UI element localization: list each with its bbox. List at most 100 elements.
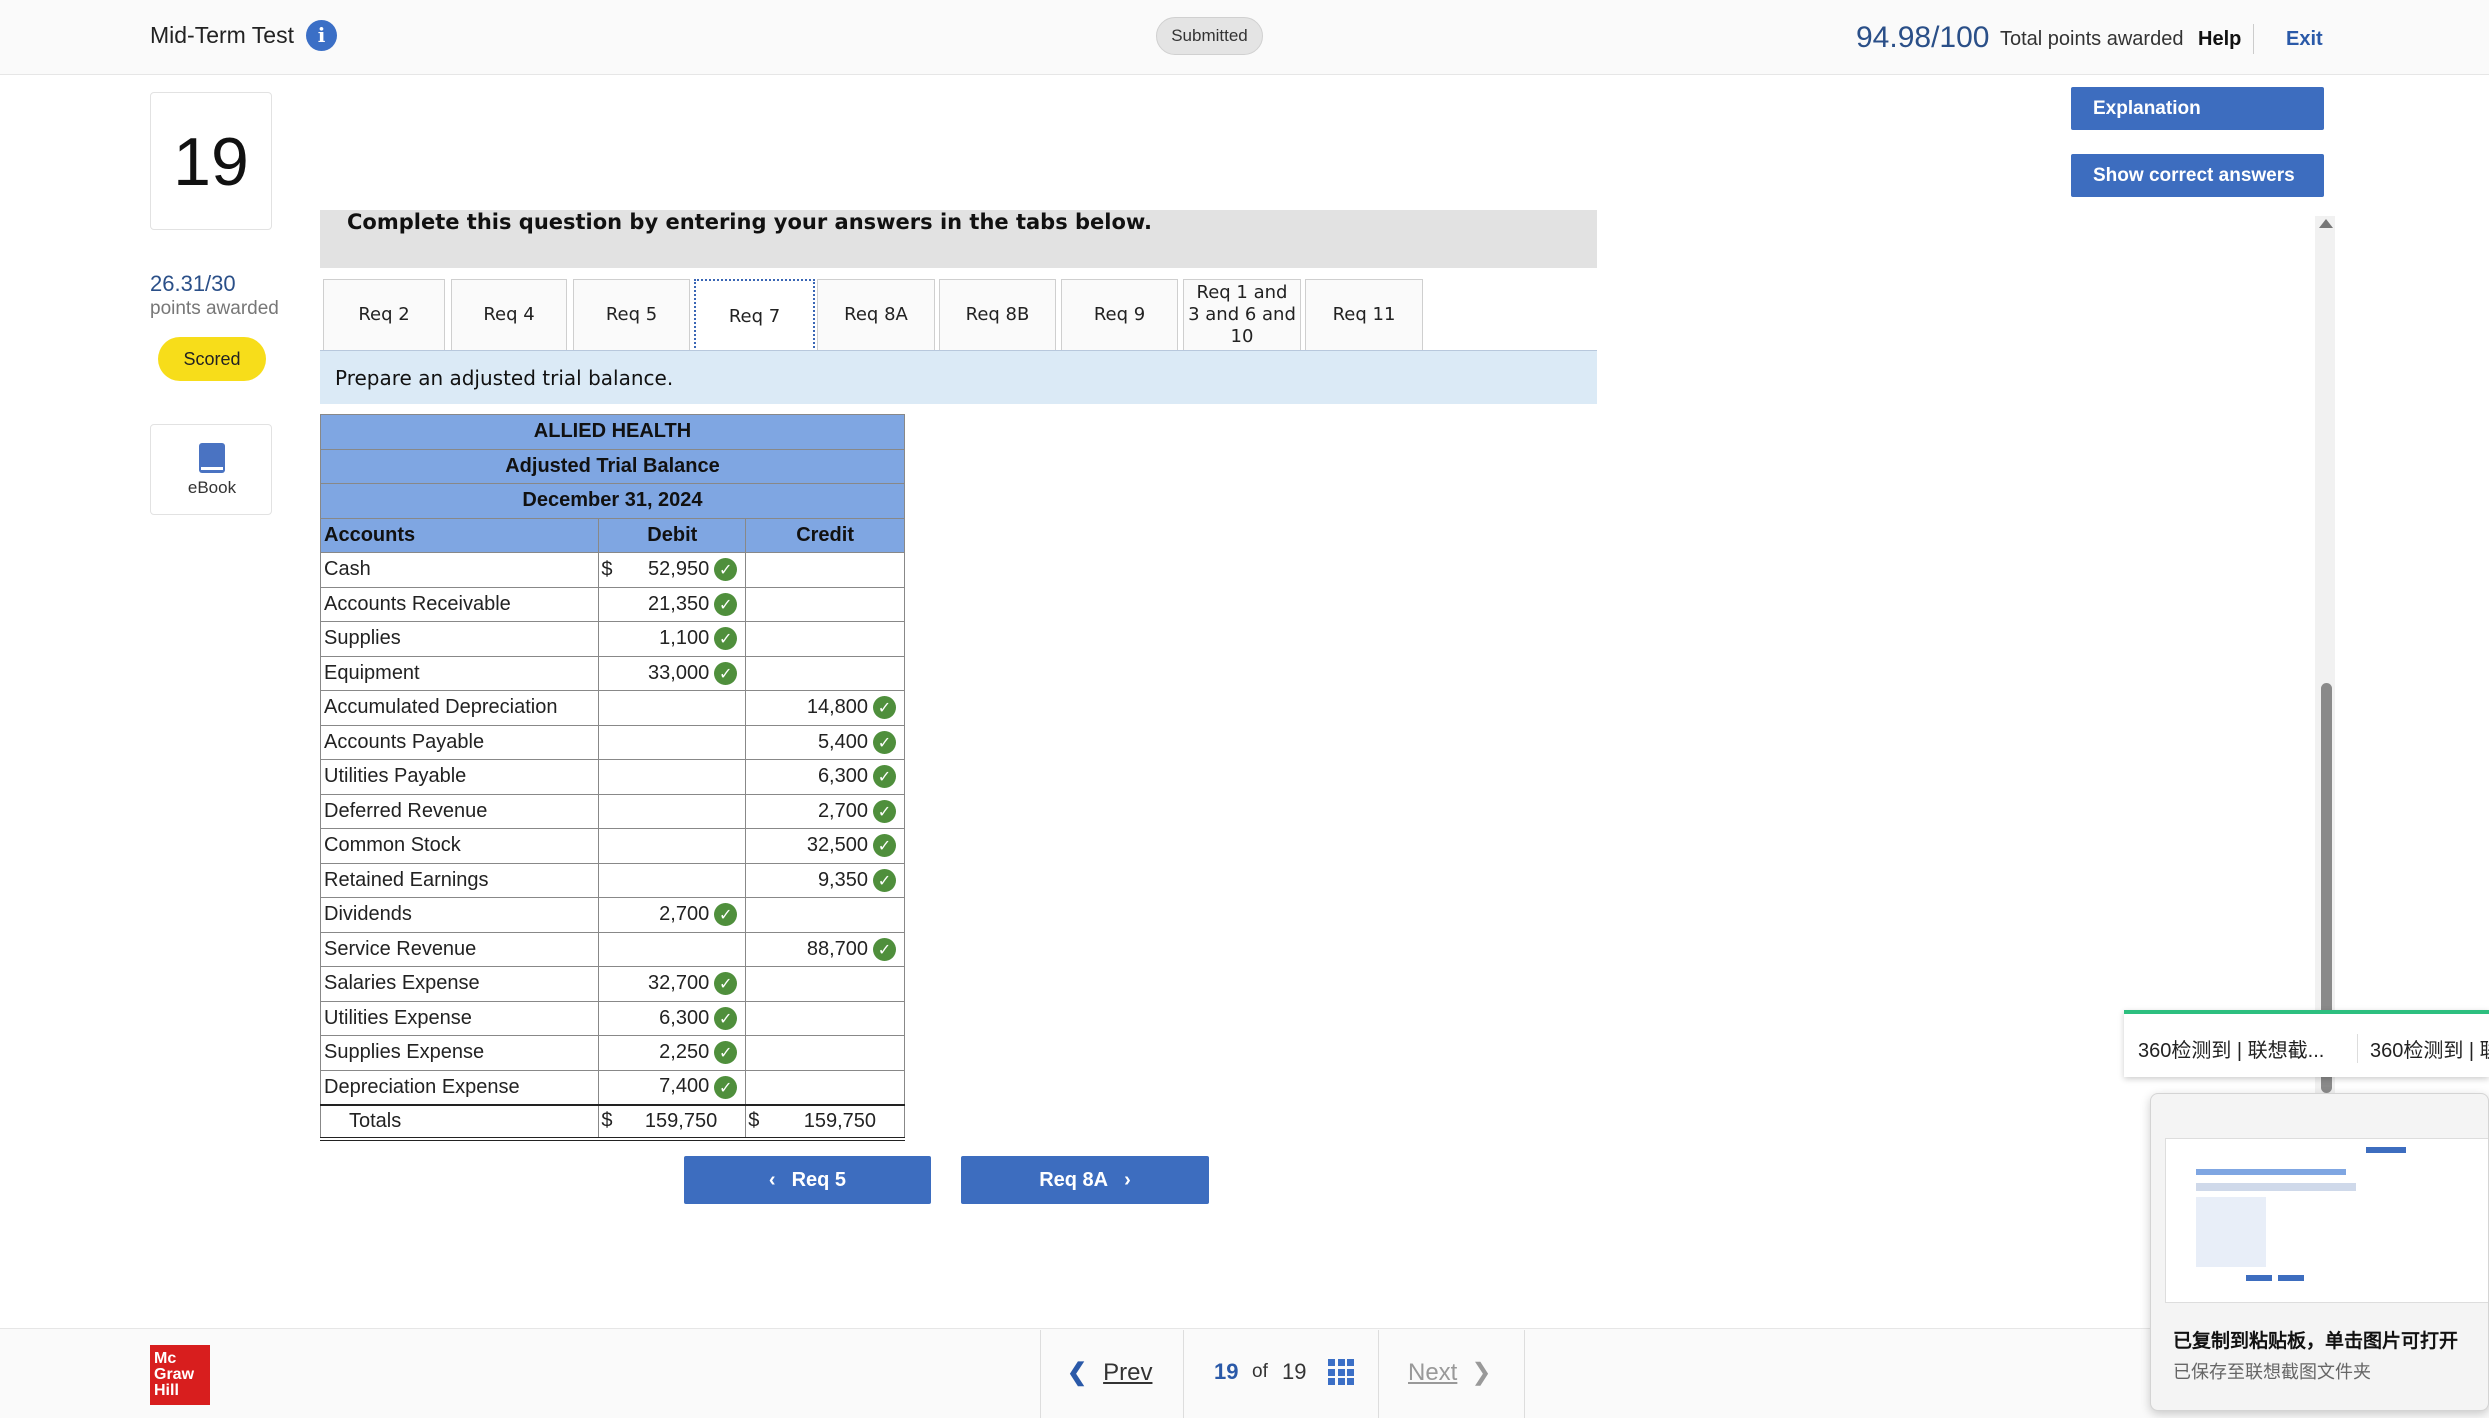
debit-cell[interactable] [598, 931, 747, 967]
question-grid-icon[interactable] [1328, 1359, 1354, 1385]
next-requirement-button[interactable]: Req 8A › [961, 1156, 1209, 1204]
statement-title: Adjusted Trial Balance [320, 448, 905, 484]
credit-value: 5,400 [817, 730, 868, 753]
credit-cell[interactable] [745, 966, 905, 1002]
credit-cell[interactable] [745, 1069, 905, 1105]
debit-value: 6,300 [659, 1006, 710, 1029]
scroll-up-arrow-icon[interactable] [2319, 219, 2333, 228]
correct-check-icon: ✓ [873, 937, 896, 961]
tab-req-9[interactable]: Req 9 [1061, 279, 1178, 350]
clipboard-subtitle: 已保存至联想截图文件夹 [2173, 1362, 2371, 1382]
credit-cell[interactable] [745, 552, 905, 588]
account-name: Common Stock [319, 828, 600, 864]
total-debit: 159,750 [644, 1109, 718, 1132]
debit-value: 52,950 [648, 558, 710, 581]
account-name: Dividends [319, 897, 600, 933]
trial-balance-table: ALLIED HEALTH Adjusted Trial Balance Dec… [319, 414, 905, 1141]
tab-req-1-3-6-10[interactable]: Req 1 and 3 and 6 and 10 [1183, 279, 1301, 350]
debit-column-header: Debit [598, 517, 747, 553]
correct-check-icon: ✓ [714, 592, 738, 616]
next-question-link[interactable]: Next ❯ [1408, 1358, 1491, 1387]
table-row: Common Stock 32,500 ✓ [319, 828, 905, 864]
question-score-label: points awarded [150, 298, 279, 319]
debit-cell[interactable]: $52,950 ✓ [598, 552, 747, 588]
credit-cell[interactable]: 32,500 ✓ [745, 828, 905, 864]
total-credit-cell: $ 159,750 [745, 1103, 905, 1141]
table-row: Equipment 33,000 ✓ [319, 655, 905, 691]
debit-cell[interactable] [598, 862, 747, 898]
prompt-banner: Prepare an adjusted trial balance. [320, 351, 1597, 404]
credit-cell[interactable] [745, 1000, 905, 1036]
exit-link[interactable]: Exit [2286, 28, 2323, 51]
previous-requirement-button[interactable]: ‹ Req 5 [684, 1156, 931, 1204]
credit-cell[interactable] [745, 621, 905, 657]
credit-cell[interactable]: 14,800 ✓ [745, 690, 905, 726]
explanation-button[interactable]: Explanation [2071, 87, 2324, 130]
credit-cell[interactable]: 5,400 ✓ [745, 724, 905, 760]
tab-req-5[interactable]: Req 5 [573, 279, 690, 350]
debit-value: 2,700 [659, 903, 710, 926]
debit-value: 32,700 [648, 972, 710, 995]
debit-cell[interactable]: 21,350 ✓ [598, 586, 747, 622]
tab-req-8b[interactable]: Req 8B [939, 279, 1056, 350]
credit-cell[interactable]: 6,300 ✓ [745, 759, 905, 795]
debit-cell[interactable]: 7,400 ✓ [598, 1069, 747, 1105]
prev-question-link[interactable]: ❮ Prev [1067, 1358, 1152, 1387]
credit-cell[interactable] [745, 1035, 905, 1071]
screenshot-thumbnail[interactable] [2165, 1138, 2488, 1303]
credit-cell[interactable] [745, 586, 905, 622]
tab-req-7[interactable]: Req 7 [694, 279, 815, 352]
footer-separator [1378, 1330, 1379, 1418]
currency-symbol: $ [601, 558, 613, 581]
tab-req-4[interactable]: Req 4 [451, 279, 567, 350]
tab-req-11[interactable]: Req 11 [1305, 279, 1423, 350]
total-pages: 19 [1282, 1359, 1307, 1384]
credit-cell[interactable] [745, 897, 905, 933]
correct-check-icon: ✓ [873, 799, 896, 823]
credit-cell[interactable]: 2,700 ✓ [745, 793, 905, 829]
account-name: Supplies [319, 621, 600, 657]
correct-check-icon: ✓ [714, 903, 738, 927]
notification-bar[interactable]: 360检测到 | 联想截... 360检测到 | 联 [2124, 1010, 2489, 1077]
show-correct-answers-button[interactable]: Show correct answers [2071, 154, 2324, 197]
account-name: Depreciation Expense [319, 1069, 600, 1105]
debit-cell[interactable]: 2,700 ✓ [598, 897, 747, 933]
account-name: Salaries Expense [319, 966, 600, 1002]
debit-cell[interactable] [598, 793, 747, 829]
credit-cell[interactable] [745, 655, 905, 691]
credit-cell[interactable]: 9,350 ✓ [745, 862, 905, 898]
tab-req-8a[interactable]: Req 8A [817, 279, 935, 350]
footer-separator [1040, 1330, 1041, 1418]
debit-cell[interactable] [598, 724, 747, 760]
help-link[interactable]: Help [2198, 28, 2241, 51]
correct-check-icon: ✓ [714, 972, 738, 996]
debit-cell[interactable] [598, 759, 747, 795]
question-score: 26.31/30 [150, 271, 236, 296]
ebook-button[interactable]: eBook [150, 424, 272, 515]
debit-cell[interactable]: 2,250 ✓ [598, 1035, 747, 1071]
currency-symbol: $ [601, 1109, 613, 1132]
book-icon [199, 443, 225, 473]
total-credit: 159,750 [803, 1109, 876, 1132]
info-icon[interactable]: i [306, 20, 337, 51]
table-row: Accumulated Depreciation 14,800 ✓ [319, 690, 905, 726]
table-row: Supplies 1,100 ✓ [319, 621, 905, 657]
chevron-left-icon: ‹ [768, 1169, 776, 1191]
account-name: Utilities Payable [319, 759, 600, 795]
debit-cell[interactable]: 32,700 ✓ [598, 966, 747, 1002]
debit-cell[interactable]: 33,000 ✓ [598, 655, 747, 691]
debit-cell[interactable]: 6,300 ✓ [598, 1000, 747, 1036]
debit-cell[interactable]: 1,100 ✓ [598, 621, 747, 657]
clipboard-popup[interactable]: 已复制到粘贴板，单击图片可打开 已保存至联想截图文件夹 [2150, 1093, 2489, 1411]
debit-cell[interactable] [598, 828, 747, 864]
total-score-label: Total points awarded [2000, 28, 2184, 50]
notification-item[interactable]: 360检测到 | 联想截... [2138, 1034, 2324, 1063]
tab-req-2[interactable]: Req 2 [323, 279, 445, 350]
test-title: Mid-Term Test [150, 22, 294, 48]
debit-cell[interactable] [598, 690, 747, 726]
credit-value: 2,700 [817, 799, 868, 822]
previous-requirement-label: Req 5 [791, 1169, 847, 1191]
credit-cell[interactable]: 88,700 ✓ [745, 931, 905, 967]
notification-item[interactable]: 360检测到 | 联 [2357, 1034, 2489, 1063]
account-name: Retained Earnings [319, 862, 600, 898]
